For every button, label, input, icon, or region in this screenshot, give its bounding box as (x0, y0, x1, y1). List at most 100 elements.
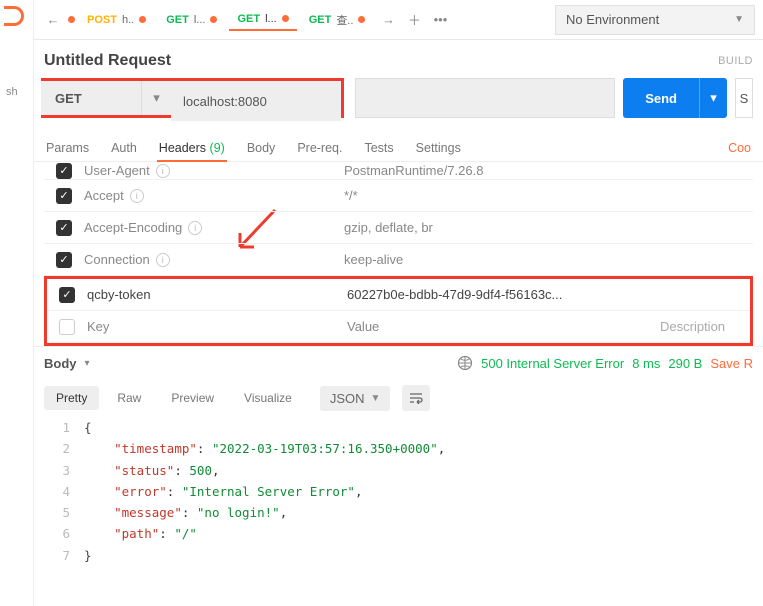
tab-method: GET (309, 14, 332, 26)
unsaved-dot-icon (282, 15, 289, 22)
row-checkbox[interactable]: ✓ (59, 287, 75, 303)
header-row[interactable]: ✓ User-Agent i PostmanRuntime/7.26.8 (44, 162, 753, 180)
tab-method: GET (237, 13, 260, 25)
header-key[interactable]: qcby-token (87, 287, 347, 302)
info-icon: i (188, 221, 202, 235)
header-value-input[interactable]: Value (347, 319, 660, 334)
chevron-down-icon[interactable]: ▾ (85, 358, 90, 369)
info-icon: i (156, 253, 170, 267)
format-select[interactable]: JSON ▼ (320, 386, 391, 411)
response-time: 8 ms (632, 356, 660, 371)
unsaved-dot-icon (68, 16, 75, 23)
build-label[interactable]: BUILD (718, 55, 753, 67)
cookies-link[interactable]: Coo (726, 135, 753, 161)
send-label: Send (645, 91, 677, 106)
tab-body[interactable]: Body (245, 135, 278, 161)
row-checkbox[interactable]: ✓ (56, 252, 72, 268)
tab-label: 查.. (336, 12, 353, 28)
chevron-down-icon: ▼ (734, 14, 744, 25)
headers-count: (9) (210, 141, 225, 155)
tab-label: l... (265, 13, 277, 25)
send-button[interactable]: Send (623, 78, 699, 118)
header-row-new[interactable]: Key Value Description (47, 311, 750, 343)
http-method-select[interactable]: GET (41, 81, 141, 115)
header-row[interactable]: ✓ qcby-token 60227b0e-bdbb-47d9-9df4-f56… (47, 279, 750, 311)
url-value: localhost:8080 (183, 94, 267, 109)
tab-settings[interactable]: Settings (414, 135, 463, 161)
tab-prereq[interactable]: Pre-req. (295, 135, 344, 161)
unsaved-dot-icon (210, 16, 217, 23)
request-url-row: GET ▾ localhost:8080 Send ▾ S (34, 78, 763, 128)
tab-0[interactable]: POST h.. (79, 10, 154, 30)
url-input-extension[interactable] (355, 78, 615, 118)
url-input[interactable]: localhost:8080 (171, 81, 341, 121)
request-title-bar: Untitled Request BUILD (34, 40, 763, 78)
send-button-group: Send ▾ (623, 78, 727, 118)
info-icon: i (130, 189, 144, 203)
header-desc-input[interactable]: Description (660, 319, 750, 334)
row-checkbox[interactable]: ✓ (56, 188, 72, 204)
tab-method: POST (87, 14, 117, 26)
wrap-lines-button[interactable] (402, 385, 430, 411)
app-sidebar: sh (0, 0, 34, 606)
row-checkbox[interactable] (59, 319, 75, 335)
header-value: keep-alive (344, 252, 753, 267)
save-button[interactable]: S (735, 78, 753, 118)
tab-2[interactable]: GET l... (229, 9, 296, 31)
tab-params[interactable]: Params (44, 135, 91, 161)
postman-logo-icon (4, 6, 24, 26)
tab-headers[interactable]: Headers (9) (157, 135, 227, 161)
format-label: JSON (330, 391, 365, 406)
header-key: User-Agent i (84, 163, 344, 178)
response-size: 290 B (668, 356, 702, 371)
header-row[interactable]: ✓ Accept-Encoding i gzip, deflate, br (44, 212, 753, 244)
header-key: Accept-Encoding i (84, 220, 344, 235)
info-icon: i (156, 164, 170, 178)
tab-auth[interactable]: Auth (109, 135, 139, 161)
view-raw[interactable]: Raw (105, 386, 153, 410)
annotation-highlight: ✓ qcby-token 60227b0e-bdbb-47d9-9df4-f56… (44, 276, 753, 346)
tab-label: h.. (122, 14, 134, 26)
header-key-input[interactable]: Key (87, 319, 347, 334)
chevron-down-icon[interactable]: ▾ (141, 81, 171, 115)
header-key: Accept i (84, 188, 344, 203)
header-value: PostmanRuntime/7.26.8 (344, 163, 753, 178)
request-subtabs: Params Auth Headers (9) Body Pre-req. Te… (34, 128, 763, 162)
tab-1[interactable]: GET l... (158, 10, 225, 30)
request-title[interactable]: Untitled Request (44, 52, 171, 70)
header-value: gzip, deflate, br (344, 220, 753, 235)
header-row[interactable]: ✓ Connection i keep-alive (44, 244, 753, 276)
response-body-label[interactable]: Body (44, 356, 77, 371)
nav-forward-button[interactable]: → (377, 9, 399, 31)
row-checkbox[interactable]: ✓ (56, 220, 72, 236)
nav-back-button[interactable]: ← (42, 9, 64, 31)
header-key: Connection i (84, 252, 344, 267)
response-status-bar: Body ▾ 500 Internal Server Error 8 ms 29… (34, 346, 763, 379)
tab-overflow-button[interactable]: ••• (429, 9, 451, 31)
save-response-button[interactable]: Save R (710, 356, 753, 371)
response-view-tabs: Pretty Raw Preview Visualize JSON ▼ (34, 379, 763, 417)
headers-table: ✓ User-Agent i PostmanRuntime/7.26.8 ✓ A… (34, 162, 763, 346)
chevron-down-icon: ▼ (371, 393, 381, 404)
top-tab-bar: ← POST h.. GET l... GET l... GET 查.. (34, 0, 763, 40)
tab-method: GET (166, 14, 189, 26)
sidebar-history-label: sh (6, 86, 33, 98)
view-pretty[interactable]: Pretty (44, 386, 99, 410)
tab-headers-label: Headers (159, 141, 206, 155)
header-row[interactable]: ✓ Accept i */* (44, 180, 753, 212)
tab-tests[interactable]: Tests (362, 135, 395, 161)
unsaved-dot-icon (139, 16, 146, 23)
new-tab-button[interactable]: ＋ (403, 9, 425, 31)
row-checkbox[interactable]: ✓ (56, 163, 72, 179)
globe-icon[interactable] (457, 355, 473, 371)
header-value[interactable]: 60227b0e-bdbb-47d9-9df4-f56163c... (347, 287, 750, 302)
send-dropdown-button[interactable]: ▾ (699, 78, 727, 118)
http-method-value: GET (55, 91, 82, 106)
tab-3[interactable]: GET 查.. (301, 8, 374, 32)
response-status: 500 Internal Server Error (481, 356, 624, 371)
response-body-code[interactable]: 1{ 2 "timestamp": "2022-03-19T03:57:16.3… (34, 417, 763, 566)
unsaved-dot-icon (358, 16, 365, 23)
view-preview[interactable]: Preview (159, 386, 226, 410)
view-visualize[interactable]: Visualize (232, 386, 304, 410)
environment-select[interactable]: No Environment ▼ (555, 5, 755, 35)
